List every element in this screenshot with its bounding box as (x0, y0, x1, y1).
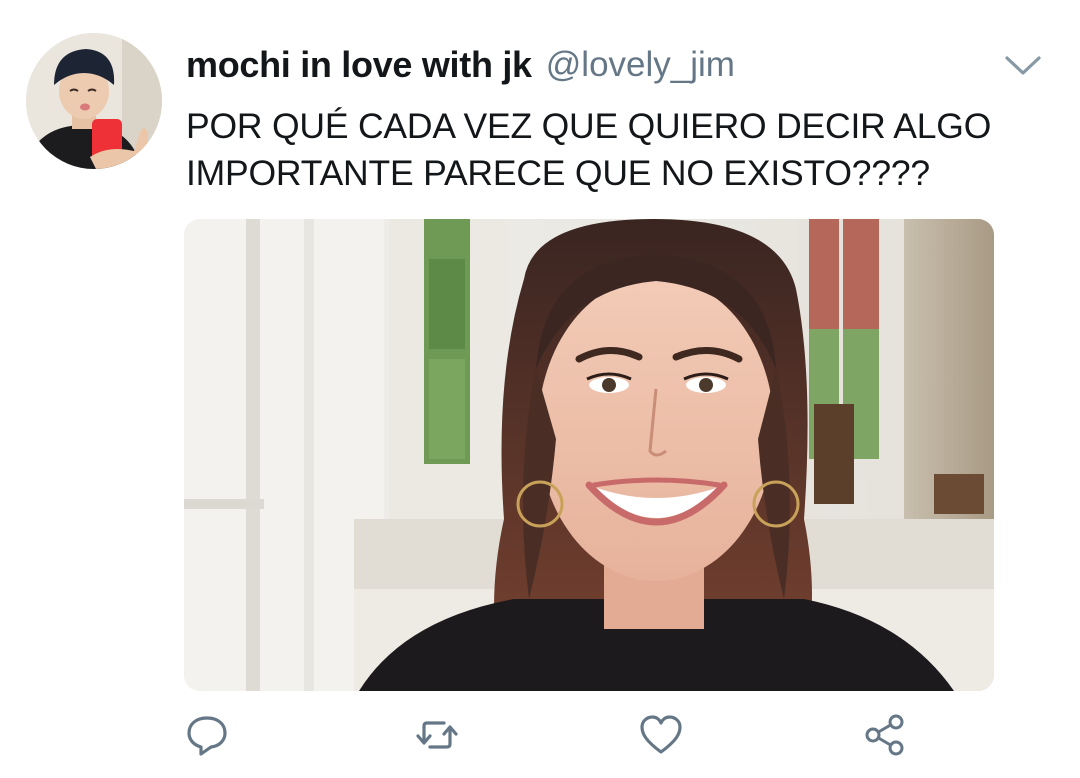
share-icon[interactable] (860, 710, 910, 760)
chevron-down-icon[interactable] (1001, 50, 1045, 80)
retweet-icon[interactable] (412, 710, 462, 760)
avatar-image (26, 33, 162, 169)
avatar[interactable] (26, 33, 162, 169)
reply-icon[interactable] (182, 710, 232, 760)
tweet-media-image[interactable] (184, 219, 994, 691)
tweet-text: POR QUÉ CADA VEZ QUE QUIERO DECIR ALGO I… (186, 106, 992, 193)
media-photo (184, 219, 994, 691)
user-handle[interactable]: @lovely_jim (546, 45, 735, 85)
tweet: mochi in love with jk @lovely_jim POR QU… (0, 0, 1080, 778)
heart-icon[interactable] (636, 710, 686, 760)
tweet-header: mochi in love with jk @lovely_jim (186, 40, 735, 90)
display-name[interactable]: mochi in love with jk (186, 44, 532, 86)
